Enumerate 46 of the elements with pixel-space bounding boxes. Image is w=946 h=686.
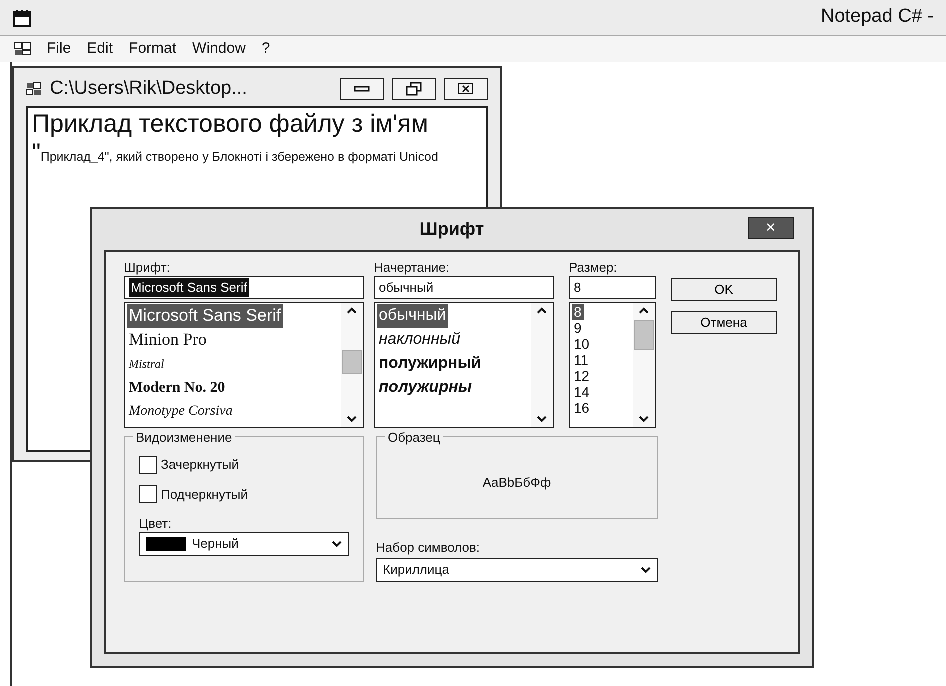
list-item[interactable]: полужирный bbox=[377, 352, 484, 376]
app-title: Notepad C# - bbox=[820, 5, 934, 30]
dropdown-value: Черный bbox=[192, 535, 239, 554]
menu-item[interactable]: File bbox=[46, 38, 72, 60]
dialog-button[interactable]: OK bbox=[671, 278, 777, 301]
list-item[interactable]: 16 bbox=[572, 400, 592, 416]
color-dropdown[interactable]: Черный bbox=[139, 532, 349, 556]
menu-item[interactable]: Edit bbox=[86, 38, 114, 60]
dialog-button[interactable]: Отмена bbox=[671, 311, 777, 334]
text-field[interactable]: 8 bbox=[569, 276, 656, 299]
list-box[interactable]: 8 9 10 11 12 14 16 bbox=[569, 302, 656, 428]
list-item[interactable]: 12 bbox=[572, 368, 592, 384]
dropdown-value: Кириллица bbox=[383, 561, 450, 580]
sample-text: AaBbБбФф bbox=[482, 474, 552, 492]
list-item[interactable]: 9 bbox=[572, 320, 584, 336]
list-item[interactable]: 8 bbox=[572, 304, 584, 320]
list-item[interactable]: Minion Pro bbox=[127, 328, 209, 352]
dialog-title: Шрифт bbox=[420, 218, 484, 241]
text-field[interactable]: Microsoft Sans Serif bbox=[124, 276, 364, 299]
list-item[interactable]: Monotype Corsiva bbox=[127, 400, 235, 424]
checkbox-label: Зачеркнутый bbox=[161, 456, 239, 474]
list-item[interactable]: обычный bbox=[377, 304, 448, 328]
menu-item[interactable]: Format bbox=[128, 38, 178, 60]
text-field[interactable]: обычный bbox=[374, 276, 554, 299]
list-item[interactable]: Modern No. 20 bbox=[127, 376, 228, 400]
list-item[interactable]: 14 bbox=[572, 384, 592, 400]
menu-item[interactable]: Window bbox=[192, 38, 247, 60]
document-text: Приклад текстового файлу з ім'ям "Приклад_4", який створено у Блокноті і збережено в форматі Unicod bbox=[32, 110, 440, 168]
list-item[interactable]: Microsoft Sans Serif bbox=[127, 304, 284, 328]
list-box[interactable]: обычный наклонный полужирный полужирны bbox=[374, 302, 554, 428]
list-item[interactable]: Mistral bbox=[127, 352, 166, 376]
list-item[interactable]: наклонный bbox=[377, 328, 462, 352]
field-label: Набор символов: bbox=[376, 539, 482, 556]
menu-item[interactable]: ? bbox=[260, 38, 272, 60]
window-title: C:\Users\Rik\Desktop... bbox=[50, 76, 248, 101]
field-label: Начертание: bbox=[374, 259, 451, 276]
list-item[interactable]: 10 bbox=[572, 336, 592, 352]
field-label: Цвет: bbox=[139, 515, 173, 532]
list-item[interactable]: полужирны bbox=[377, 376, 474, 400]
close-button[interactable]: × bbox=[748, 217, 794, 239]
list-item[interactable]: 11 bbox=[572, 352, 591, 368]
field-label: Шрифт: bbox=[124, 259, 172, 276]
charset-dropdown[interactable]: Кириллица bbox=[376, 558, 658, 582]
field-label: Размер: bbox=[569, 259, 618, 276]
list-box[interactable]: Microsoft Sans Serif Minion Pro Mistral Modern No. 20 Monotype Corsiva bbox=[124, 302, 364, 428]
checkbox-label: Подчеркнутый bbox=[161, 486, 248, 504]
